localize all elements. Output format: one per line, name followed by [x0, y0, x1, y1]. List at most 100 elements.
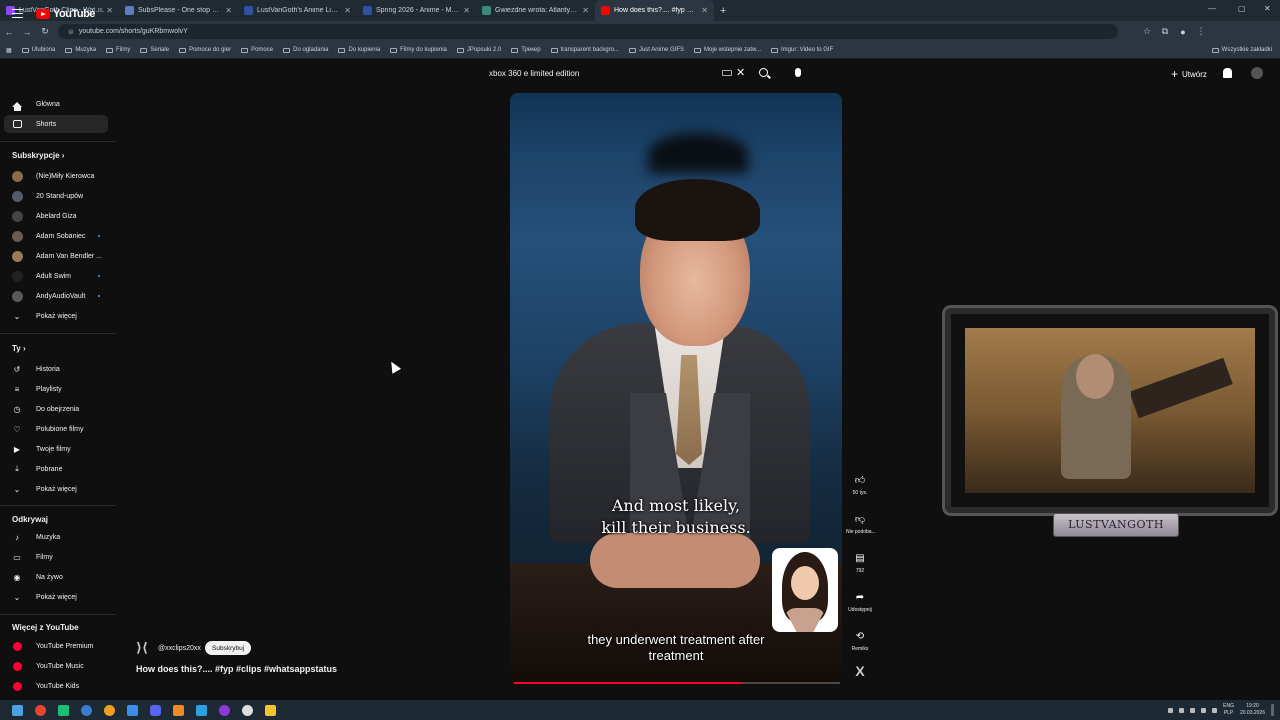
sidebar-item-subscription[interactable]: Adam Sobaniec: [4, 227, 108, 245]
remix-icon[interactable]: ⟲: [853, 629, 867, 643]
sidebar-item-subscription[interactable]: Abelard Giza: [4, 207, 108, 225]
avatar[interactable]: [1251, 67, 1263, 79]
bookmark-item[interactable]: Ulubiona: [21, 47, 55, 53]
sidebar-item-you[interactable]: ♡ Polubione filmy: [4, 420, 108, 438]
start-icon[interactable]: [12, 704, 23, 716]
like-action[interactable]: 👍︎ 50 tys.: [846, 473, 874, 496]
reload-icon[interactable]: ↻: [36, 26, 54, 37]
bookmark-star-icon[interactable]: ☆: [1138, 26, 1156, 37]
close-window-icon[interactable]: ✕: [1264, 4, 1271, 13]
bookmark-item[interactable]: Filmy: [106, 47, 130, 53]
tab-close-icon[interactable]: ✕: [106, 6, 113, 15]
sidebar-item-product[interactable]: YouTube Premium: [4, 637, 108, 655]
chrome-icon[interactable]: [35, 704, 46, 716]
sidebar-show-more[interactable]: ⌄ Pokaż więcej: [4, 307, 108, 325]
bookmark-item[interactable]: Filmy do kupienia: [390, 47, 447, 53]
sidebar-item-you[interactable]: ▶ Twoje filmy: [4, 440, 108, 458]
show-desktop-button[interactable]: [1271, 704, 1274, 716]
tab-close-icon[interactable]: ✕: [463, 6, 470, 15]
tab-close-icon[interactable]: ✕: [344, 6, 351, 15]
bookmark-item[interactable]: Do ogladania: [283, 47, 328, 53]
bookmark-item[interactable]: Moje wstepnie zatw...: [693, 47, 761, 53]
sidebar-item-subscription[interactable]: Adam Van Bendler ...: [4, 247, 108, 265]
bookmark-item[interactable]: Imgur: Video to GIF: [771, 47, 833, 53]
site-info-icon[interactable]: ⊜: [68, 28, 74, 36]
search-icon[interactable]: [759, 68, 768, 77]
sidebar-item-you[interactable]: ≡ Playlisty: [4, 380, 108, 398]
browser-tab[interactable]: LustVanGoth's Anime List - My... ✕: [238, 0, 357, 21]
thumbs-down-icon[interactable]: 👎︎: [853, 512, 867, 526]
bookmark-item[interactable]: Muzyka: [65, 47, 96, 53]
sidebar-show-more[interactable]: ⌄ Pokaż więcej: [4, 588, 108, 606]
dislike-action[interactable]: 👎︎ Nie podoba...: [846, 512, 876, 535]
telegram-icon[interactable]: [196, 704, 207, 716]
subscribe-button[interactable]: Subskrybuj: [205, 641, 252, 655]
browser-tab[interactable]: How does this?.... #fyp #clip...✕: [595, 0, 714, 21]
notifications-bell-icon[interactable]: [1223, 68, 1232, 78]
video-title[interactable]: How does this?.... #fyp #clips #whatsapp…: [136, 664, 337, 674]
discord-icon[interactable]: [150, 704, 161, 716]
sidebar-item-product[interactable]: YouTube Kids: [4, 677, 108, 695]
file-explorer-icon[interactable]: [265, 704, 276, 716]
app-icon[interactable]: [104, 704, 115, 716]
extensions-icon[interactable]: ⧉: [1156, 26, 1174, 37]
hamburger-menu-icon[interactable]: [12, 9, 23, 18]
comment-icon[interactable]: ▤: [853, 551, 867, 565]
maximize-icon[interactable]: ▢: [1238, 4, 1246, 13]
tray-icon[interactable]: [1168, 707, 1174, 713]
share-action[interactable]: ➦ Udostępnij: [846, 590, 874, 614]
app-icon[interactable]: [127, 704, 138, 716]
clear-search-icon[interactable]: ✕: [736, 66, 745, 79]
clock[interactable]: 19:20 20.03.2026: [1240, 703, 1265, 717]
sidebar-item-shorts[interactable]: Shorts: [4, 115, 108, 133]
profile-icon[interactable]: ●: [1174, 27, 1192, 37]
youtube-logo[interactable]: YouTube PL: [36, 8, 104, 20]
sidebar-item-explore[interactable]: ◉ Na żywo: [4, 568, 108, 586]
tray-icon[interactable]: [1179, 707, 1185, 713]
bookmark-item[interactable]: JPopsuki 2.0: [456, 47, 501, 53]
create-button[interactable]: + Utwórz: [1165, 66, 1213, 82]
sidebar-item-you[interactable]: ◷ Do obejrzenia: [4, 400, 108, 418]
bookmark-item[interactable]: Seriale: [140, 47, 169, 53]
back-icon[interactable]: ←: [0, 27, 18, 37]
tab-close-icon[interactable]: ✕: [582, 6, 589, 15]
tab-close-icon[interactable]: ✕: [701, 6, 708, 15]
search-input[interactable]: xbox 360 e limited edition: [489, 69, 579, 78]
forward-icon[interactable]: →: [18, 27, 36, 37]
url-field[interactable]: ⊜ youtube.com/shorts/guKRbmwolvY: [58, 24, 1118, 39]
comments-action[interactable]: ▤ 792: [846, 551, 874, 575]
bookmark-item[interactable]: Just Anime GIFS: [628, 47, 684, 53]
sidebar-item-home[interactable]: Główna: [4, 95, 108, 113]
video-progress-bar[interactable]: [514, 682, 840, 684]
you-heading[interactable]: Ty ›: [12, 344, 26, 353]
tab-close-icon[interactable]: ✕: [225, 6, 232, 15]
bookmark-item[interactable]: Do kupienia: [338, 47, 380, 53]
microphone-icon[interactable]: [795, 68, 801, 77]
thumbs-up-icon[interactable]: 👍︎: [853, 473, 867, 487]
sidebar-item-you[interactable]: ↺ Historia: [4, 360, 108, 378]
sidebar-item-you[interactable]: ⤓ Pobrane: [4, 460, 108, 478]
bookmark-item[interactable]: Pomoce do gier: [179, 47, 231, 53]
all-bookmarks[interactable]: Wszystkie zakładki: [1211, 47, 1272, 53]
new-tab-button[interactable]: +: [720, 5, 726, 17]
menu-dots-icon[interactable]: ⋮: [1192, 26, 1210, 37]
sidebar-item-subscription[interactable]: 20 Stand-upów: [4, 187, 108, 205]
sound-thumbnail[interactable]: X: [846, 663, 874, 679]
apps-icon[interactable]: ▦: [6, 47, 12, 54]
bookmark-item[interactable]: Трекер: [511, 47, 541, 53]
volume-icon[interactable]: [1212, 707, 1218, 713]
channel-logo-icon[interactable]: ⟩⟨: [136, 640, 154, 656]
minimize-icon[interactable]: —: [1208, 4, 1216, 13]
browser-tab[interactable]: Gwiezdne wrota: Atlantyda / St... ✕: [476, 0, 595, 21]
sidebar-item-product[interactable]: YouTube Music: [4, 657, 108, 675]
sidebar-show-more[interactable]: ⌄ Pokaż więcej: [4, 480, 108, 498]
app-icon[interactable]: [81, 704, 92, 716]
channel-name[interactable]: @xxclips20xx: [158, 645, 201, 652]
sidebar-item-subscription[interactable]: (Nie)Miły Kierowca: [4, 167, 108, 185]
keyboard-icon[interactable]: [722, 70, 732, 76]
bookmark-item[interactable]: Pomoce: [241, 47, 273, 53]
sidebar-item-explore[interactable]: ♪ Muzyka: [4, 528, 108, 546]
remix-action[interactable]: ⟲ Remiks: [846, 629, 874, 653]
terminal-icon[interactable]: [58, 704, 69, 716]
vlc-icon[interactable]: [173, 704, 184, 716]
